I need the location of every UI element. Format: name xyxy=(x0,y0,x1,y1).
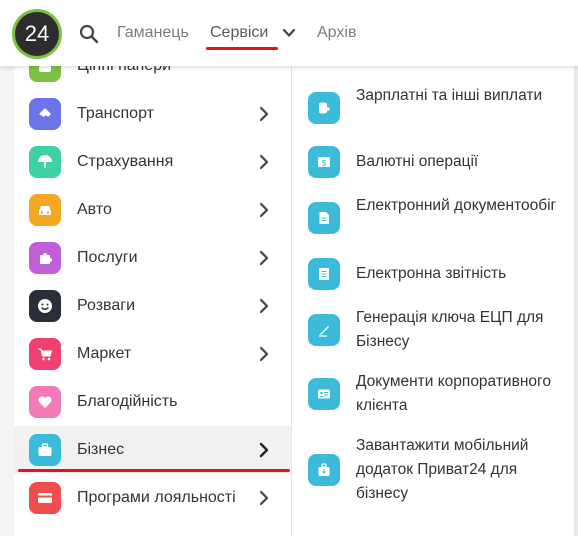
puzzle-icon xyxy=(40,253,52,264)
chevron-right-icon xyxy=(259,442,269,458)
submenu-icon-bg xyxy=(308,202,340,234)
id-card-icon xyxy=(318,389,330,399)
category-label: Авто xyxy=(77,201,112,218)
category-business[interactable]: Бізнес xyxy=(14,426,291,474)
services-underline xyxy=(206,47,278,50)
currency-icon: $ xyxy=(318,157,330,169)
category-label: Послуги xyxy=(77,249,138,266)
submenu-icon-bg xyxy=(308,314,340,346)
submenu-item-edoc[interactable]: Електронний документообіг xyxy=(308,194,568,242)
submenu-item-reporting[interactable]: Електронна звітність xyxy=(308,258,568,290)
chevron-right-icon xyxy=(259,346,269,362)
nav-services[interactable]: Сервіси xyxy=(210,23,268,43)
chevron-right-icon xyxy=(259,250,269,266)
category-icon-bg xyxy=(29,194,61,226)
smile-icon xyxy=(38,299,52,313)
category-icon-bg xyxy=(29,482,61,514)
category-icon-bg xyxy=(29,386,61,418)
umbrella-icon xyxy=(38,155,52,168)
category-label: Бізнес xyxy=(77,441,125,458)
submenu-icon-bg: $ xyxy=(308,146,340,178)
submenu-label: Документи корпоративного клієнта xyxy=(356,373,551,414)
search-icon[interactable] xyxy=(79,24,99,44)
nav-wallet[interactable]: Гаманець xyxy=(117,23,189,43)
category-label: Транспорт xyxy=(77,105,154,122)
submenu-label: Електронна звітність xyxy=(356,265,507,282)
submenu-label: Генерація ключа ЕЦП для Бізнесу xyxy=(356,309,544,350)
chevron-right-icon xyxy=(259,490,269,506)
download-app-icon xyxy=(318,463,330,476)
category-label: Страхування xyxy=(77,153,174,170)
submenu-item-salary[interactable]: Зарплатні та інші виплати xyxy=(308,84,568,132)
category-entertainment[interactable]: Розваги xyxy=(14,282,291,330)
document-icon xyxy=(319,212,329,224)
chevron-right-icon xyxy=(259,298,269,314)
category-insurance[interactable]: Страхування xyxy=(14,138,291,186)
category-label: Цінні папери xyxy=(77,66,171,76)
category-securities[interactable]: Цінні папери xyxy=(14,66,291,90)
category-loyalty[interactable]: Програми лояльності xyxy=(14,474,291,522)
submenu-item-mobile-app[interactable]: Завантажити мобільний додаток Приват24 д… xyxy=(308,434,568,506)
category-charity[interactable]: Благодійність xyxy=(14,378,291,426)
category-services[interactable]: Послуги xyxy=(14,234,291,282)
cart-icon xyxy=(38,348,53,361)
top-bar: 24 Гаманець Сервіси Архів xyxy=(0,0,578,66)
logo-text: 24 xyxy=(15,12,59,56)
category-icon-bg xyxy=(29,146,61,178)
category-icon-bg xyxy=(29,434,61,466)
submenu-icon-bg xyxy=(308,378,340,410)
ticket-icon xyxy=(39,108,51,117)
page-background-edge xyxy=(574,66,578,536)
category-label: Програми лояльності xyxy=(77,489,236,506)
category-icon-bg xyxy=(29,290,61,322)
submenu-label: Завантажити мобільний додаток Приват24 д… xyxy=(356,437,529,502)
category-icon-bg xyxy=(29,242,61,274)
submenu-icon-bg xyxy=(308,258,340,290)
coins-icon xyxy=(319,102,330,114)
category-label: Маркет xyxy=(77,345,132,362)
submenu-item-corporate-docs[interactable]: Документи корпоративного клієнта xyxy=(308,370,568,418)
signature-icon xyxy=(319,326,329,337)
chevron-right-icon xyxy=(259,202,269,218)
car-icon xyxy=(39,206,51,215)
category-label: Розваги xyxy=(77,297,136,314)
category-icon-bg xyxy=(29,338,61,370)
business-submenu: Зарплатні та інші виплати $ Валютні опер… xyxy=(292,66,578,536)
submenu-label: Валютні операції xyxy=(356,153,479,170)
submenu-label: Зарплатні та інші виплати xyxy=(356,87,543,104)
heart-icon xyxy=(38,396,52,408)
report-icon xyxy=(319,268,329,280)
category-icon-bg xyxy=(29,98,61,130)
chevron-right-icon xyxy=(259,106,269,122)
category-menu: Цінні папери Транспорт Страхування Авто … xyxy=(14,66,292,536)
business-underline xyxy=(18,469,290,472)
submenu-item-currency[interactable]: $ Валютні операції xyxy=(308,146,568,178)
card-icon xyxy=(38,493,52,503)
privat24-logo[interactable]: 24 xyxy=(12,9,62,59)
submenu-icon-bg xyxy=(308,92,340,124)
chevron-right-icon xyxy=(259,154,269,170)
svg-text:$: $ xyxy=(321,159,327,169)
nav-archive[interactable]: Архів xyxy=(317,23,356,43)
category-icon xyxy=(29,66,61,82)
category-auto[interactable]: Авто xyxy=(14,186,291,234)
briefcase-icon xyxy=(38,443,52,456)
category-transport[interactable]: Транспорт xyxy=(14,90,291,138)
chevron-down-icon[interactable] xyxy=(282,26,296,40)
submenu-item-signature-key[interactable]: Генерація ключа ЕЦП для Бізнесу xyxy=(308,306,568,354)
submenu-icon-bg xyxy=(308,454,340,486)
category-label: Благодійність xyxy=(77,393,178,410)
submenu-label: Електронний документообіг xyxy=(356,197,557,214)
briefcase-icon xyxy=(39,66,51,72)
category-market[interactable]: Маркет xyxy=(14,330,291,378)
